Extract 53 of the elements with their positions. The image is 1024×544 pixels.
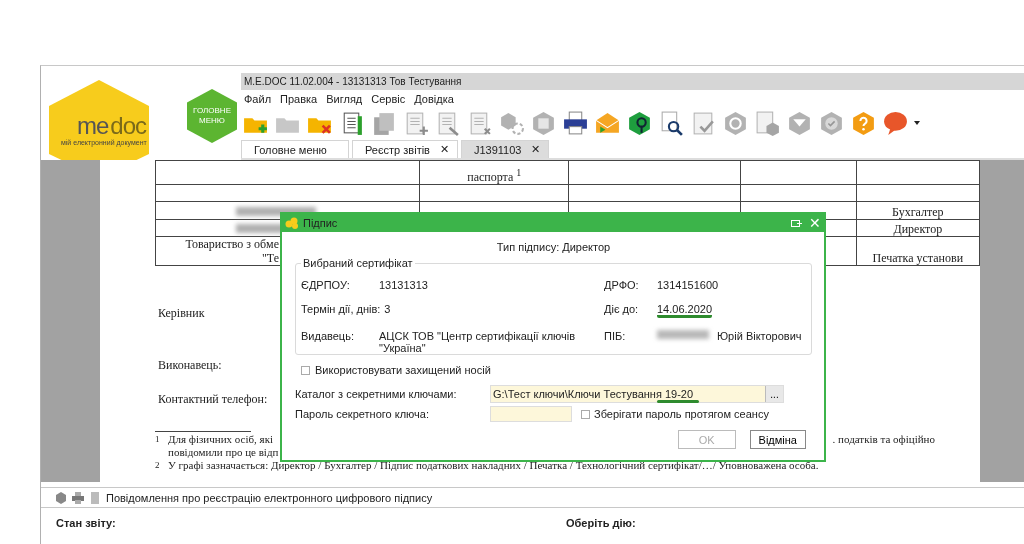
field-label: Видавець: [301, 330, 355, 342]
signature-label: Виконавець: [158, 358, 222, 373]
browse-button[interactable]: ... [765, 386, 783, 402]
footnote-text: . податків та офіційно [832, 433, 935, 446]
field-label: Пароль секретного ключа: [295, 408, 430, 420]
footnote-mark: 2 [155, 459, 161, 472]
field-value: АЦСК ТОВ "Центр сертифікації ключів "Україна" [379, 330, 577, 354]
footnote-text: повідомили про це відп [168, 446, 279, 459]
table-cell-text: Директор [893, 222, 943, 236]
group-legend: Вибраний сертифікат [301, 257, 415, 269]
section-heading: Оберіть дію: [566, 517, 636, 529]
input-field[interactable]: G:\Тест ключи\Ключи Тестування 19-20 ... [490, 385, 784, 403]
menu-item[interactable]: Правка [280, 92, 318, 105]
field-label: Каталог з секретними ключами: [295, 388, 458, 400]
tab[interactable]: J1391103 ✕ [460, 140, 550, 158]
field-value: 14.06.2020 [657, 303, 713, 318]
tab[interactable]: Головне меню [241, 140, 349, 158]
field-label: ЄДРПОУ: [301, 279, 351, 291]
signature-type: Тип підпису: Директор [496, 241, 611, 253]
table-cell-text: Бухгалтер [892, 205, 944, 219]
close-icon[interactable]: ✕ [531, 143, 541, 156]
window-title: M.E.DOC 11.02.004 - 13131313 Тов Тестування [241, 73, 1024, 90]
menu-item[interactable]: Файл [244, 92, 272, 105]
table-cell-text: Товариство з обме "Те [184, 237, 279, 265]
signature-label: Контактний телефон: [158, 392, 268, 407]
field-label: ПІБ: [604, 330, 627, 342]
checkbox-label[interactable]: Використовувати захищений носій [315, 364, 491, 376]
checkbox-label[interactable]: Зберігати пароль протягом сеансу [594, 408, 769, 420]
field-label: Діє до: [604, 303, 640, 315]
tab-label[interactable]: Реєстр звітів [365, 143, 430, 156]
menu-item[interactable]: Довідка [414, 92, 454, 105]
table-cell-text: Печатка установи [872, 251, 964, 265]
field-value: 1314151600 [657, 279, 719, 291]
tab-label[interactable]: J1391103 [473, 143, 522, 156]
panel-title: Повідомлення про реєстрацію електронного цифрового підпису [106, 491, 433, 504]
menu-item[interactable]: Сервіс [371, 92, 406, 105]
field-value: Юрій Вікторович [717, 330, 802, 342]
field-value: 13131313 [379, 279, 428, 291]
tab[interactable]: Реєстр звітів ✕ [352, 140, 458, 158]
field-label: ДРФО: [604, 279, 640, 291]
footnote-text: Для фізичних осіб, які [168, 433, 274, 446]
signature-label: Керівник [158, 306, 205, 321]
table-cell-text: паспорта $^{1}$ [467, 170, 522, 184]
footnote-text: У графі зазначається: Директор / Бухгалтер / Підпис податкових накладних / Печатка / Технологічний сертифікат/…/ Уповноважена особа. [168, 459, 819, 472]
footnote-mark: 1 [155, 433, 161, 446]
field-value: 3 [384, 303, 391, 315]
menu-item[interactable]: Вигляд [326, 92, 363, 105]
section-heading: Стан звіту: [56, 517, 117, 529]
field-label: Термін дії, днів: [301, 303, 381, 315]
tab-label[interactable]: Головне меню [254, 143, 327, 156]
dialog-title: Підпис [303, 217, 339, 229]
cancel-button[interactable]: Відміна [749, 430, 806, 449]
close-icon[interactable]: ✕ [439, 143, 449, 156]
